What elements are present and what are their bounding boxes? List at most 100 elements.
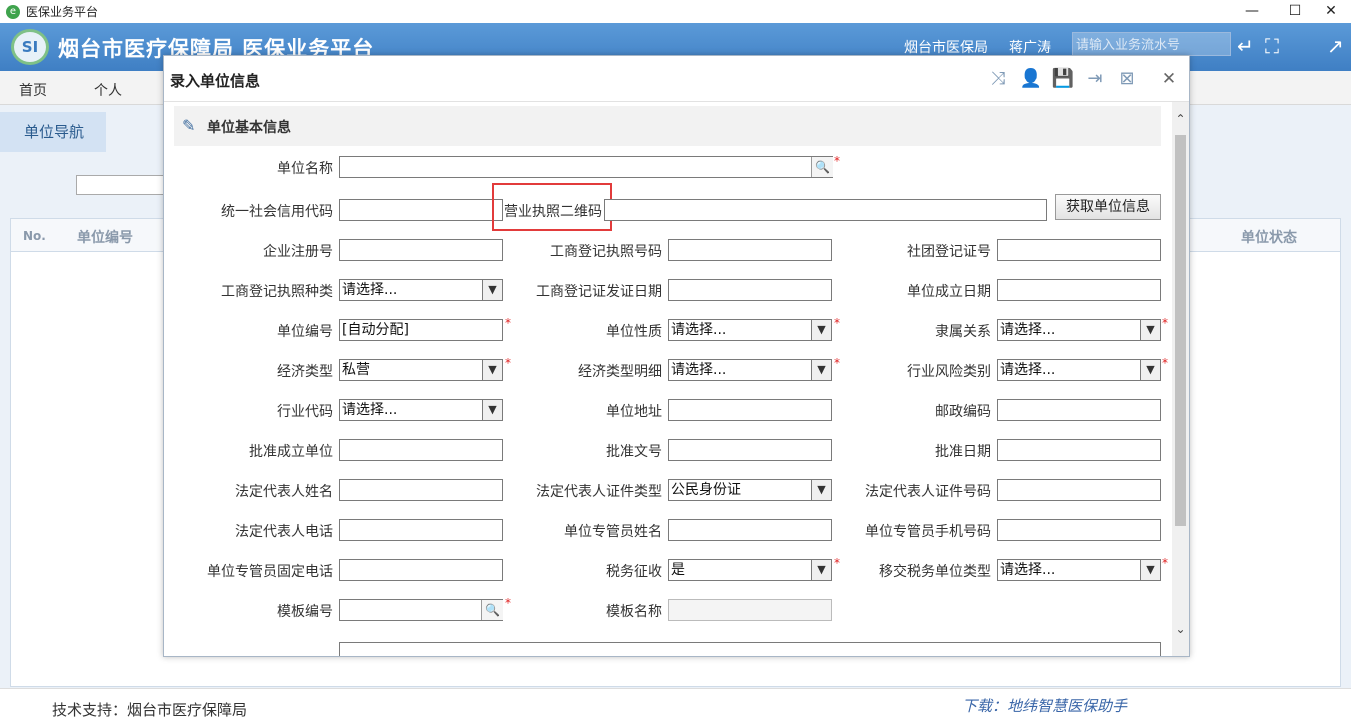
edit-icon: ✎ <box>182 116 196 135</box>
delete-icon[interactable]: ⊠ <box>1115 67 1139 91</box>
label-qr-code: 营业执照二维码 <box>504 204 602 220</box>
logo: SI <box>11 29 49 65</box>
window-title: 医保业务平台 <box>26 5 99 19</box>
minimize-button[interactable]: — <box>1232 0 1272 23</box>
social-org-no-input[interactable] <box>997 239 1161 261</box>
admin-mobile-input[interactable] <box>997 519 1161 541</box>
founded-date-input[interactable] <box>997 279 1161 301</box>
industry-code-select[interactable]: 请选择... ▼ <box>339 399 503 421</box>
label-admin-mobile: 单位专管员手机号码 <box>865 524 991 540</box>
unit-name-input[interactable] <box>339 156 833 178</box>
scroll-thumb[interactable] <box>1175 135 1186 526</box>
label-legal-rep-name: 法定代表人姓名 <box>235 484 333 500</box>
tab-home[interactable]: 首页 <box>19 80 47 100</box>
label-economic-type: 经济类型 <box>277 364 333 380</box>
chevron-down-icon: ▼ <box>482 280 502 300</box>
dialog-scrollbar[interactable]: ⌃ ⌄ <box>1172 102 1189 656</box>
scroll-up-icon[interactable]: ⌃ <box>1172 112 1189 126</box>
credit-code-input[interactable] <box>339 199 503 221</box>
legal-rep-name-input[interactable] <box>339 479 503 501</box>
qr-code-input[interactable] <box>604 199 1047 221</box>
biz-license-no-input[interactable] <box>668 239 832 261</box>
close-window-button[interactable]: ✕ <box>1311 0 1351 23</box>
search-icon[interactable]: 🔍 <box>811 157 833 177</box>
tab-personal[interactable]: 个人 <box>94 80 122 100</box>
label-admin-name: 单位专管员姓名 <box>564 524 662 540</box>
admin-name-input[interactable] <box>668 519 832 541</box>
label-biz-issue-date: 工商登记证发证日期 <box>536 284 662 300</box>
biz-license-type-select[interactable]: 请选择... ▼ <box>339 279 503 301</box>
legal-rep-id-type-select[interactable]: 公民身份证 ▼ <box>668 479 832 501</box>
app-icon: e <box>6 4 20 19</box>
chevron-down-icon: ▼ <box>811 320 831 340</box>
postal-code-input[interactable] <box>997 399 1161 421</box>
economic-type-value: 私营 <box>342 362 370 378</box>
label-biz-license-no: 工商登记执照号码 <box>550 244 662 260</box>
unit-nature-value: 请选择... <box>671 322 727 338</box>
close-dialog-icon[interactable]: ✕ <box>1157 67 1181 91</box>
search-icon[interactable]: 🔍 <box>481 600 503 620</box>
unit-address-input[interactable] <box>668 399 832 421</box>
export-icon[interactable]: ⇥ <box>1083 67 1107 91</box>
required-mark: * <box>1162 316 1168 330</box>
legal-rep-phone-input[interactable] <box>339 519 503 541</box>
label-biz-license-type: 工商登记执照种类 <box>221 284 333 300</box>
scroll-down-icon[interactable]: ⌄ <box>1172 622 1189 636</box>
chevron-down-icon: ▼ <box>811 560 831 580</box>
download-link[interactable]: 下载：地纬智慧医保助手 <box>962 695 1127 716</box>
dialog-content: ✎ 单位基本信息 单位名称 🔍 * 统一社会信用代码 营业执照二维码 获取单位信… <box>164 102 1172 656</box>
template-name-input[interactable] <box>668 599 832 621</box>
unit-nature-select[interactable]: 请选择... ▼ <box>668 319 832 341</box>
col-no: No. <box>23 229 46 243</box>
label-unit-address: 单位地址 <box>606 404 662 420</box>
label-postal-code: 邮政编码 <box>935 404 991 420</box>
section-header: ✎ 单位基本信息 <box>174 106 1161 146</box>
economic-type-select[interactable]: 私营 ▼ <box>339 359 503 381</box>
get-unit-info-button[interactable]: 获取单位信息 <box>1055 194 1161 220</box>
admin-tel-input[interactable] <box>339 559 503 581</box>
unit-nav-button[interactable]: 单位导航 <box>0 112 106 152</box>
label-legal-rep-id-type: 法定代表人证件类型 <box>536 484 662 500</box>
approval-date-input[interactable] <box>997 439 1161 461</box>
industry-risk-select[interactable]: 请选择... ▼ <box>997 359 1161 381</box>
label-template-no: 模板编号 <box>277 604 333 620</box>
unit-info-dialog: 录入单位信息 ⤨ 👤 💾 ⇥ ⊠ ✕ ✎ 单位基本信息 单位名称 🔍 * 统一社… <box>163 55 1190 657</box>
save-icon[interactable]: 💾 <box>1051 67 1075 91</box>
tax-collect-select[interactable]: 是 ▼ <box>668 559 832 581</box>
flow-icon[interactable]: ⤨ <box>986 67 1010 91</box>
approval-doc-no-input[interactable] <box>668 439 832 461</box>
serial-search-input[interactable] <box>1072 32 1231 56</box>
enter-icon[interactable]: ↵ <box>1237 34 1254 58</box>
legal-rep-id-no-input[interactable] <box>997 479 1161 501</box>
unit-code-input[interactable]: [自动分配] <box>339 319 503 341</box>
org-name[interactable]: 烟台市医保局 <box>904 37 988 57</box>
section-title: 单位基本信息 <box>207 120 291 136</box>
remark-textarea[interactable] <box>339 642 1161 656</box>
label-tax-collect: 税务征收 <box>606 564 662 580</box>
tax-unit-type-select[interactable]: 请选择... ▼ <box>997 559 1161 581</box>
maximize-button[interactable]: ☐ <box>1275 0 1315 23</box>
chevron-down-icon: ▼ <box>482 360 502 380</box>
label-founded-date: 单位成立日期 <box>907 284 991 300</box>
bg-query-input[interactable] <box>76 175 176 195</box>
affiliation-value: 请选择... <box>1000 322 1056 338</box>
required-mark: * <box>834 154 840 168</box>
biz-issue-date-input[interactable] <box>668 279 832 301</box>
approving-unit-input[interactable] <box>339 439 503 461</box>
template-no-input[interactable] <box>339 599 503 621</box>
label-social-org-no: 社团登记证号 <box>907 244 991 260</box>
tax-collect-value: 是 <box>671 562 685 578</box>
enterprise-reg-no-input[interactable] <box>339 239 503 261</box>
label-unit-code: 单位编号 <box>277 324 333 340</box>
user-name[interactable]: 蒋广涛 <box>1009 37 1051 57</box>
industry-code-value: 请选择... <box>342 402 398 418</box>
col-unit-code: 单位编号 <box>77 230 133 246</box>
chevron-down-icon: ▼ <box>482 400 502 420</box>
exit-icon[interactable]: ↗ <box>1327 34 1344 58</box>
dialog-title: 录入单位信息 <box>170 72 261 90</box>
legal-rep-id-type-value: 公民身份证 <box>671 482 741 498</box>
affiliation-select[interactable]: 请选择... ▼ <box>997 319 1161 341</box>
user-icon[interactable]: 👤 <box>1019 67 1043 91</box>
fullscreen-icon[interactable]: ⛶ <box>1265 34 1279 58</box>
economic-detail-select[interactable]: 请选择... ▼ <box>668 359 832 381</box>
